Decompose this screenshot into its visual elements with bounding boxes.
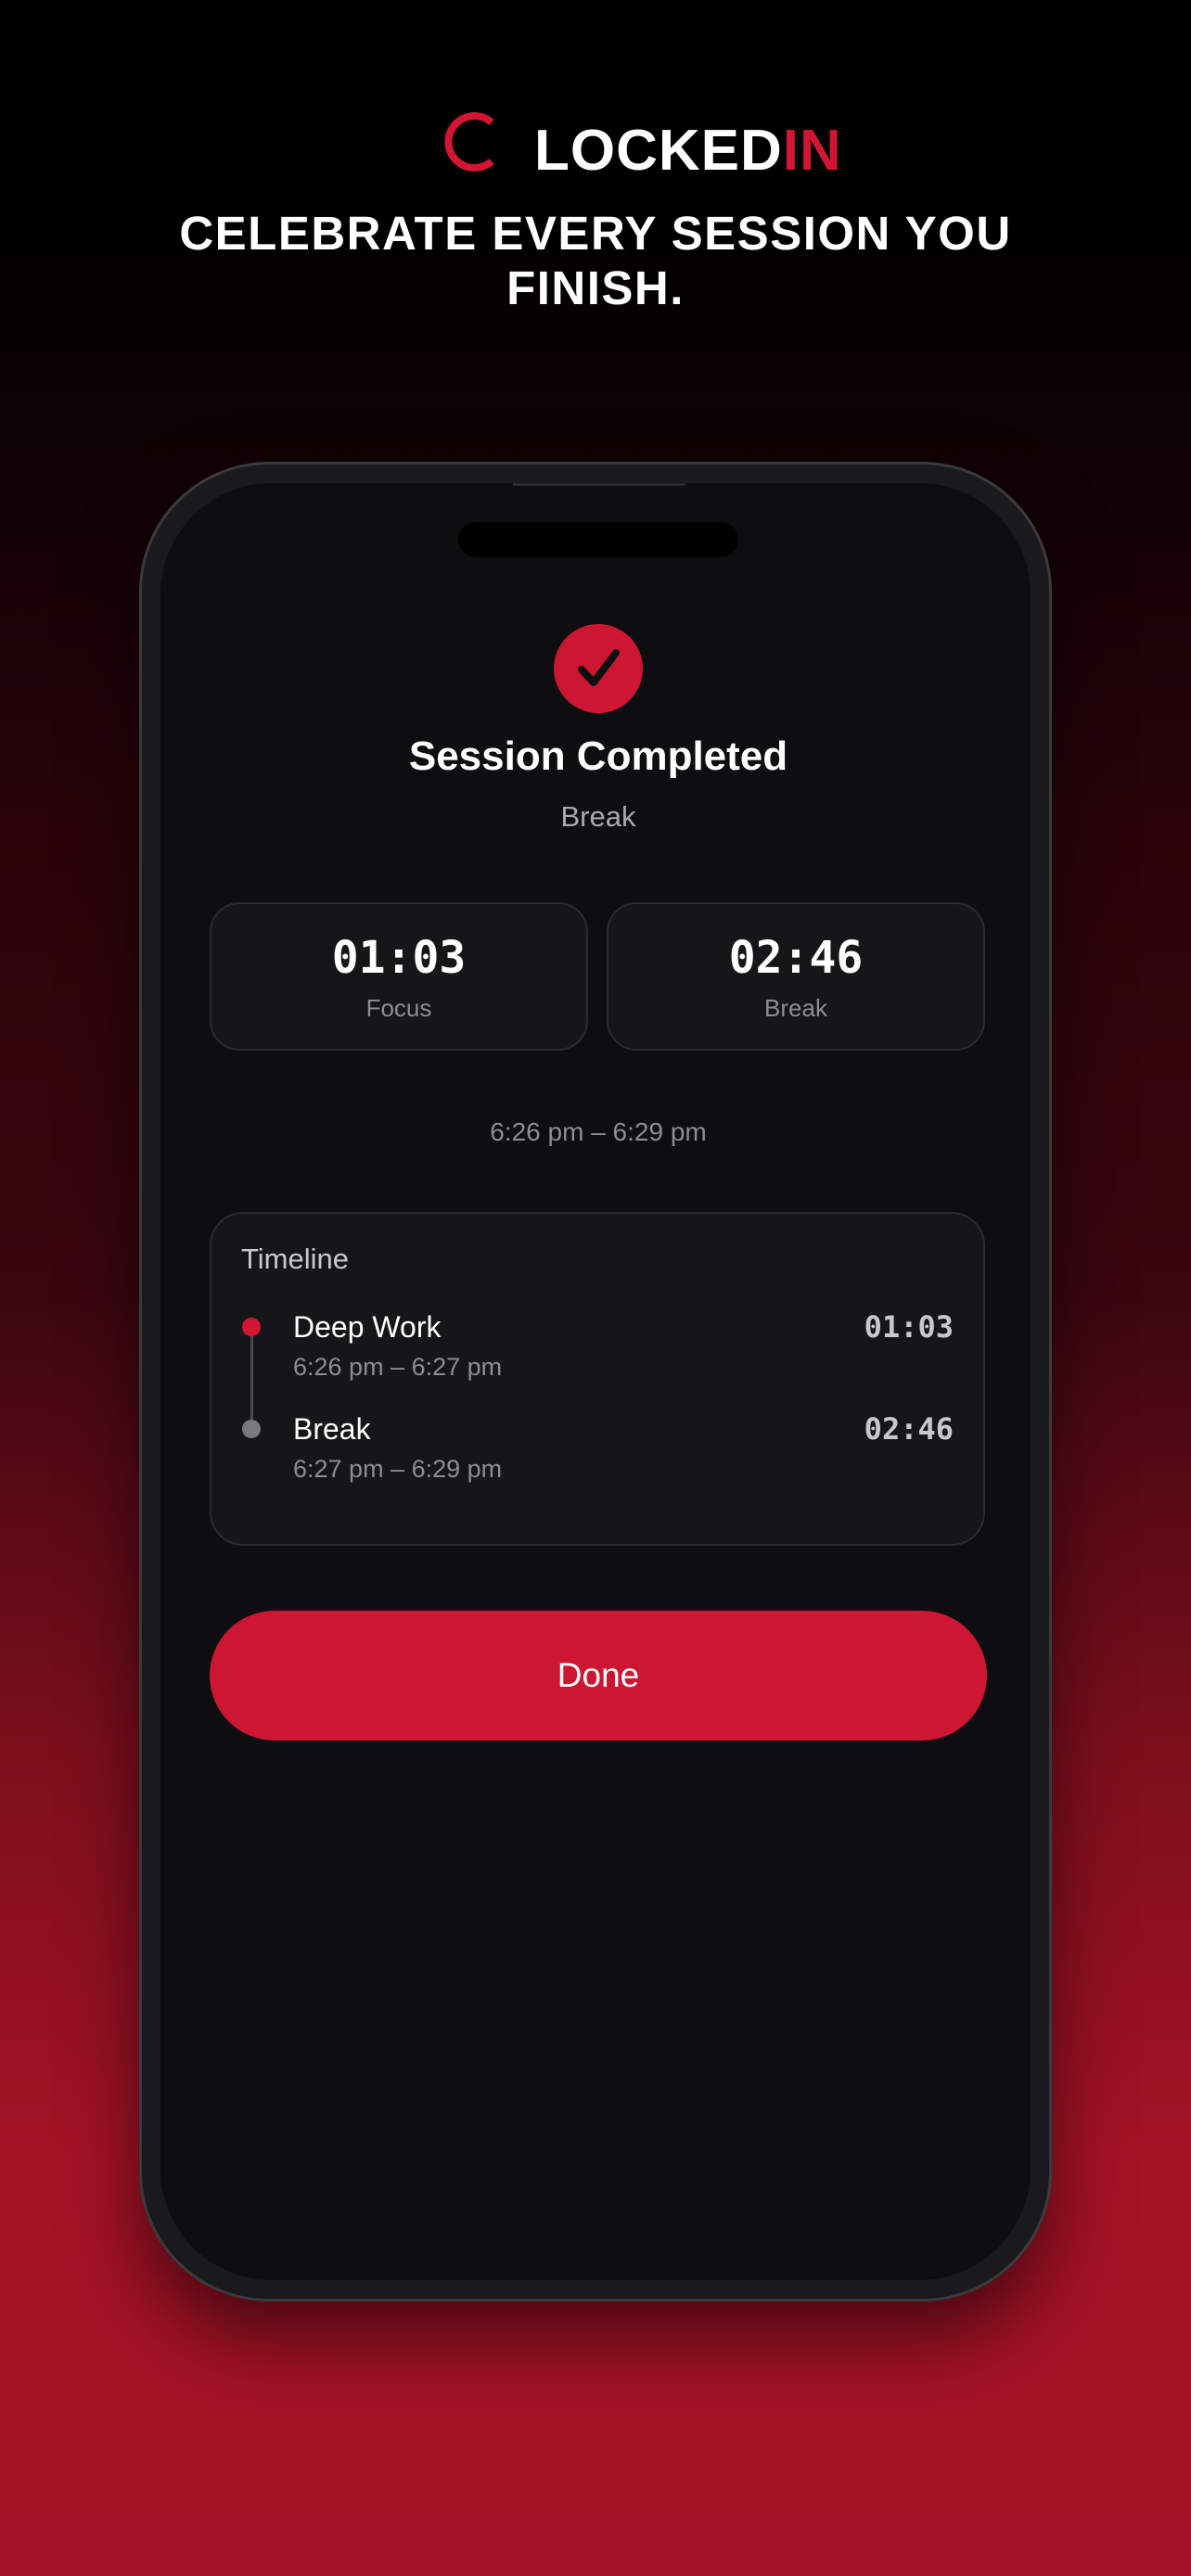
timeline-dot-break [242, 1420, 261, 1438]
timeline-title: Timeline [241, 1243, 349, 1275]
done-button[interactable]: Done [210, 1611, 987, 1741]
focus-stat-card: 01:03 Focus [210, 902, 588, 1051]
checkmark-icon [554, 624, 643, 713]
timeline-item-name: Deep Work [293, 1310, 442, 1344]
timeline-item-time: 6:27 pm – 6:29 pm [293, 1455, 503, 1483]
ring-logo-icon [436, 108, 501, 176]
focus-duration: 01:03 [331, 932, 467, 984]
timeline-item-time: 6:26 pm – 6:27 pm [293, 1353, 503, 1381]
session-title: Session Completed [408, 733, 788, 779]
session-time-range: 6:26 pm – 6:29 pm [490, 1117, 707, 1146]
timeline-item-duration: 02:46 [864, 1411, 954, 1447]
phone-mockup: Session Completed Break 01:03 Focus 02:4… [139, 462, 1052, 2302]
break-label: Break [764, 994, 827, 1022]
brand-name-accent: IN [782, 119, 842, 183]
timeline-dot-deep-work [242, 1318, 261, 1336]
break-duration: 02:46 [728, 932, 864, 984]
dynamic-island [458, 522, 738, 557]
brand-name-main: LOCKED [534, 119, 783, 183]
session-subtitle: Break [560, 800, 636, 833]
timeline-connector [250, 1331, 253, 1431]
speaker-line [513, 483, 685, 486]
tagline: CELEBRATE EVERY SESSION YOU FINISH. [179, 207, 1012, 314]
brand-name: LOCKEDIN [534, 122, 842, 180]
timeline-item-name: Break [293, 1412, 371, 1446]
phone-screen: Session Completed Break 01:03 Focus 02:4… [160, 483, 1031, 2280]
focus-label: Focus [365, 994, 432, 1022]
timeline-item-duration: 01:03 [864, 1309, 954, 1345]
break-stat-card: 02:46 Break [607, 902, 985, 1051]
timeline-card: Timeline Deep Work 6:26 pm – 6:27 pm 01:… [210, 1212, 985, 1546]
brand-header: LOCKEDIN [0, 104, 1191, 187]
